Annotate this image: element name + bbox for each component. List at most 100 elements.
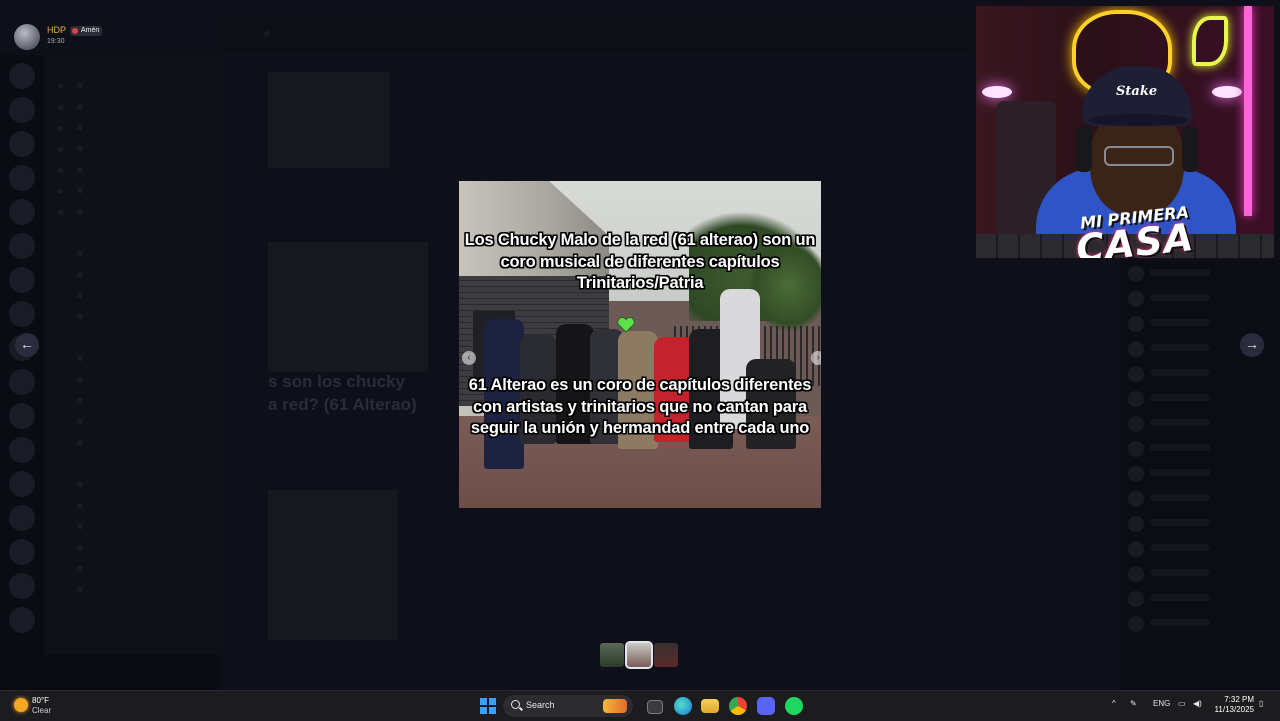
server-icon[interactable] — [9, 573, 35, 599]
channel-item[interactable]: # — [44, 307, 220, 328]
taskbar-search[interactable]: Search — [503, 695, 633, 717]
taskbar: 80°F Clear Search ^ ✎ ENG ▭ ◀) 7:32 PM 1… — [0, 690, 1280, 721]
weather-condition: Clear — [32, 706, 52, 715]
channel-item[interactable]: # — [44, 118, 220, 139]
avatar — [1128, 391, 1144, 407]
channel-item[interactable]: # — [44, 496, 220, 517]
channel-category[interactable] — [44, 328, 220, 349]
arrow-left-icon[interactable]: ← — [15, 333, 39, 357]
green-heart-icon — [617, 317, 635, 333]
weather-widget[interactable]: 80°F Clear — [14, 695, 94, 717]
channel-item[interactable]: # — [44, 580, 220, 601]
channel-item[interactable]: # — [44, 97, 220, 118]
volume-icon[interactable]: ◀) — [1193, 699, 1202, 708]
member-item[interactable] — [1128, 288, 1272, 310]
channel-category[interactable] — [44, 223, 220, 244]
member-name — [1150, 469, 1210, 476]
channel-item[interactable]: # — [44, 160, 220, 181]
avatar — [1128, 291, 1144, 307]
channel-title: # — [264, 29, 270, 40]
channel-category[interactable] — [44, 454, 220, 475]
member-item[interactable] — [1128, 388, 1272, 410]
channel-item[interactable]: # — [44, 412, 220, 433]
server-icon[interactable] — [9, 539, 35, 565]
server-icon[interactable] — [9, 301, 35, 327]
spotify-icon[interactable] — [785, 697, 803, 715]
server-icon[interactable] — [9, 97, 35, 123]
server-icon[interactable] — [9, 471, 35, 497]
avatar — [1128, 516, 1144, 532]
windows-start-icon[interactable] — [480, 698, 496, 714]
channel-item[interactable]: # — [44, 559, 220, 580]
server-icon[interactable] — [9, 199, 35, 225]
server-icon[interactable] — [9, 131, 35, 157]
message-attachment[interactable] — [268, 72, 390, 168]
channel-item[interactable]: # — [44, 433, 220, 454]
channel-item[interactable]: # — [44, 475, 220, 496]
server-icon[interactable] — [9, 233, 35, 259]
server-icon[interactable] — [9, 607, 35, 633]
network-icon[interactable]: ▭ — [1178, 699, 1186, 708]
channel-item[interactable]: # — [44, 202, 220, 223]
server-icon[interactable] — [9, 165, 35, 191]
channel-item[interactable]: # — [44, 370, 220, 391]
member-item[interactable] — [1128, 263, 1272, 285]
message-attachment[interactable] — [268, 490, 398, 640]
thumbnail-selected[interactable] — [625, 641, 653, 669]
channel-item[interactable]: # — [44, 244, 220, 265]
avatar — [1128, 341, 1144, 357]
edge-browser-icon[interactable] — [674, 697, 692, 715]
task-view-icon[interactable] — [647, 700, 663, 714]
member-item[interactable] — [1128, 438, 1272, 460]
server-icon[interactable] — [9, 505, 35, 531]
discord-icon[interactable] — [757, 697, 775, 715]
chrome-browser-icon[interactable] — [729, 697, 747, 715]
channel-item[interactable]: # — [44, 538, 220, 559]
channel-item[interactable]: # — [44, 265, 220, 286]
member-item[interactable] — [1128, 538, 1272, 560]
language-indicator[interactable]: ENG — [1153, 699, 1170, 708]
channel-item[interactable]: # — [44, 286, 220, 307]
server-icon[interactable] — [9, 403, 35, 429]
channel-item[interactable]: # — [44, 181, 220, 202]
member-name — [1150, 344, 1210, 351]
member-item[interactable] — [1128, 563, 1272, 585]
pen-icon[interactable]: ✎ — [1130, 699, 1137, 708]
unread-dot — [58, 168, 63, 173]
chevron-up-icon[interactable]: ^ — [1112, 699, 1116, 708]
arrow-right-icon[interactable]: → — [1240, 333, 1264, 357]
taskbar-clock[interactable]: 7:32 PM 11/13/2025 — [1212, 695, 1254, 715]
member-item[interactable] — [1128, 413, 1272, 435]
channel-item[interactable]: # — [44, 349, 220, 370]
thumbnail[interactable] — [600, 643, 624, 667]
channel-item[interactable]: # — [44, 76, 220, 97]
thumbnail[interactable] — [654, 643, 678, 667]
avatar — [1128, 441, 1144, 457]
channel-item[interactable]: # — [44, 517, 220, 538]
file-explorer-icon[interactable] — [701, 699, 719, 713]
member-name — [1150, 269, 1210, 276]
member-item[interactable] — [1128, 363, 1272, 385]
member-item[interactable] — [1128, 613, 1272, 635]
server-icon[interactable] — [9, 63, 35, 89]
media-viewer-image[interactable]: Los Chucky Malo de la red (61 alterao) s… — [459, 181, 821, 508]
member-item[interactable] — [1128, 588, 1272, 610]
server-icon[interactable] — [9, 267, 35, 293]
server-icon[interactable] — [9, 369, 35, 395]
member-name — [1150, 619, 1210, 626]
member-item[interactable] — [1128, 513, 1272, 535]
channel-category[interactable] — [44, 55, 220, 76]
avatar[interactable] — [14, 24, 40, 50]
carousel-next-icon[interactable]: › — [811, 351, 821, 365]
search-icon — [511, 700, 520, 709]
channel-item[interactable]: # — [44, 391, 220, 412]
server-icon[interactable] — [9, 437, 35, 463]
member-item[interactable] — [1128, 488, 1272, 510]
channel-item[interactable]: # — [44, 139, 220, 160]
notification-icon[interactable]: ▯ — [1259, 699, 1263, 708]
carousel-prev-icon[interactable]: ‹ — [462, 351, 476, 365]
cap-logo: Stake — [1116, 84, 1158, 99]
member-item[interactable] — [1128, 463, 1272, 485]
message-attachment[interactable] — [268, 242, 428, 372]
member-item[interactable] — [1128, 313, 1272, 335]
